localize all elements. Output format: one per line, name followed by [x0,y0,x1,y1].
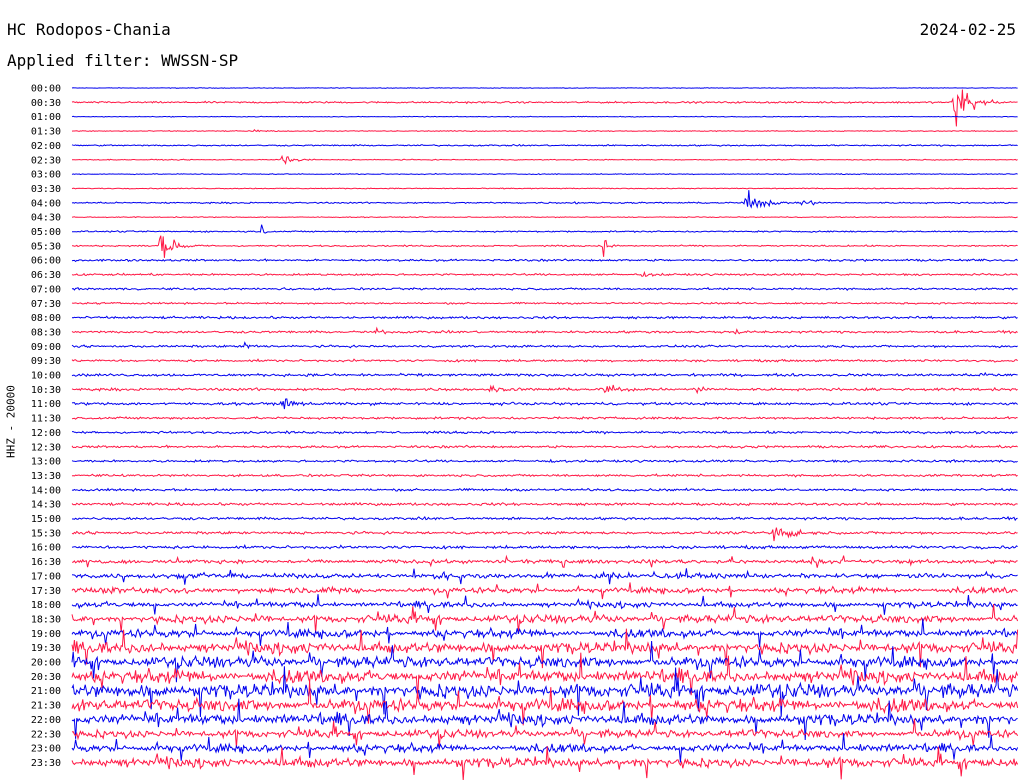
time-label: 09:00 [31,342,61,353]
time-label: 17:30 [31,586,61,597]
seismic-trace [71,618,1019,648]
time-label: 12:30 [31,442,61,453]
time-label: 03:30 [31,184,61,195]
seismic-trace [71,746,1019,780]
time-label: 20:30 [31,672,61,683]
seismic-trace [71,473,1018,478]
seismic-trace [71,666,1019,718]
time-label: 02:30 [31,155,61,166]
seismic-trace [71,187,1018,190]
seismic-trace [71,444,1018,449]
time-label: 13:00 [31,457,61,468]
time-label: 07:30 [31,299,61,310]
time-label: 02:00 [31,141,61,152]
seismic-trace [71,258,1018,263]
seismic-trace [71,143,1018,147]
seismic-trace [71,527,1018,542]
time-label: 21:30 [31,701,61,712]
seismic-trace [71,270,1018,278]
time-label: 22:30 [31,729,61,740]
seismic-trace [71,371,1018,378]
helicorder-plot: 00:00 00:30 01:00 01:30 02:00 02:30 03:00 03:30… [31,84,1019,780]
time-label: 00:30 [31,98,61,109]
time-label: 10:00 [31,371,61,382]
time-label-layer: 00:00 00:30 01:00 01:30 02:00 02:30 03:00 03:30… [31,84,61,769]
seismic-trace [71,286,1018,291]
seismic-trace [71,594,1018,615]
time-label: 05:00 [31,227,61,238]
time-label: 18:30 [31,614,61,625]
time-label: 22:00 [31,715,61,726]
time-label: 08:30 [31,327,61,338]
time-label: 14:00 [31,485,61,496]
seismic-trace [71,172,1018,176]
seismic-trace [71,315,1018,320]
time-label: 13:30 [31,471,61,482]
time-label: 16:30 [31,557,61,568]
time-label: 19:00 [31,629,61,640]
seismic-trace [71,341,1018,350]
time-label: 15:00 [31,514,61,525]
seismic-trace [71,358,1018,363]
seismic-trace [71,487,1018,492]
seismic-trace [71,89,1018,127]
seismic-trace [72,224,1018,234]
time-label: 14:30 [31,500,61,511]
time-label: 19:30 [31,643,61,654]
time-label: 04:30 [31,213,61,224]
seismic-trace [71,568,1018,585]
seismic-trace [71,190,1018,209]
seismic-trace [71,544,1018,550]
seismic-trace [71,458,1018,464]
time-label: 23:30 [31,758,61,769]
time-label: 09:30 [31,356,61,367]
seismic-trace [71,582,1018,600]
seismic-trace [71,384,1018,395]
seismic-trace [71,87,1018,89]
seismic-trace [71,681,1019,726]
time-label: 01:30 [31,127,61,138]
seismic-trace [72,235,1018,258]
time-label: 08:00 [31,313,61,324]
trace-layer [71,87,1019,780]
seismic-trace [71,129,1018,133]
time-label: 03:00 [31,170,61,181]
seismic-trace [72,154,1018,165]
time-label: 11:00 [31,399,61,410]
time-label: 11:30 [31,414,61,425]
seismic-trace [71,501,1018,507]
time-label: 10:30 [31,385,61,396]
time-label: 16:00 [31,543,61,554]
time-label: 15:30 [31,528,61,539]
time-label: 06:30 [31,270,61,281]
seismic-trace [71,733,1019,763]
time-label: 05:30 [31,241,61,252]
time-label: 06:00 [31,256,61,267]
time-label: 01:00 [31,112,61,123]
time-label: 04:00 [31,198,61,209]
seismic-trace [72,430,1018,435]
time-label: 23:00 [31,744,61,755]
seismic-trace [71,326,1018,335]
seismic-trace [71,216,1018,219]
time-label: 00:00 [31,84,61,95]
seismic-trace [71,554,1018,569]
seismic-trace [71,115,1018,118]
time-label: 21:00 [31,686,61,697]
seismic-trace [71,301,1018,305]
time-label: 17:00 [31,571,61,582]
time-label: 18:00 [31,600,61,611]
seismic-trace [71,415,1018,421]
time-label: 20:00 [31,658,61,669]
seismic-trace [71,398,1018,410]
seismic-trace [71,515,1018,522]
time-label: 07:00 [31,284,61,295]
time-label: 12:00 [31,428,61,439]
